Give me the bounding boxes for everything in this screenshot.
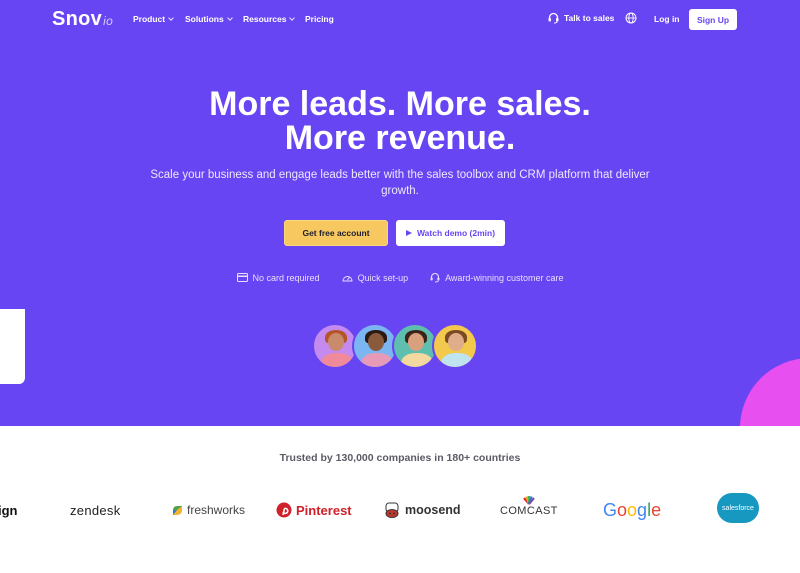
chevron-down-icon [289, 15, 296, 21]
logo-suffix: io [103, 14, 114, 28]
logo-freshworks: freshworks [172, 496, 245, 524]
hero-subtitle: Scale your business and engage leads bet… [150, 169, 650, 197]
logo-text: Pinterest [296, 502, 352, 518]
logo-moosend: moosend [383, 496, 461, 524]
moosend-cow-icon [385, 502, 399, 518]
talk-to-sales-link[interactable]: Talk to sales [548, 12, 614, 24]
hero-section: Snovio Product Solutions Resources Prici… [0, 0, 800, 426]
nav-item-label: Product [133, 14, 166, 24]
logo-zendesk: zendesk [70, 496, 121, 524]
chevron-down-icon [168, 15, 174, 21]
play-icon [405, 230, 412, 236]
logo-text: salesforce [722, 504, 754, 512]
logo-salesforce: salesforce [717, 493, 759, 523]
watch-demo-label: Watch demo (2min) [416, 228, 496, 238]
credit-card-icon [236, 273, 248, 282]
freshworks-mark-icon [173, 505, 182, 515]
logo-text: COMCAST [500, 505, 558, 517]
pinterest-mark-icon [276, 502, 292, 518]
nav-item-label: Solutions [185, 14, 224, 24]
feature-label: Quick set-up [357, 272, 409, 283]
logo-docusign: ign [0, 496, 18, 524]
client-logos: ign zendesk freshworks Pinterest moosend… [0, 493, 800, 524]
nav-item-solutions[interactable]: Solutions [185, 14, 233, 24]
logo-text: freshworks [187, 503, 246, 517]
nav-item-product[interactable]: Product [133, 14, 174, 24]
chevron-down-icon [226, 15, 233, 21]
logo-comcast: COMCAST [500, 496, 558, 524]
logo-text: moosend [405, 503, 461, 517]
feature-list: No card required Quick set-up Award-winn… [0, 272, 800, 283]
nav-item-label: Resources [243, 14, 287, 24]
feature-label: No card required [252, 272, 320, 283]
logo-text: zendesk [70, 502, 121, 518]
signup-button[interactable]: Sign Up [689, 9, 737, 30]
avatar [432, 323, 478, 369]
speedometer-icon [342, 276, 353, 282]
headset-icon [548, 12, 559, 24]
snovio-logo[interactable]: Snovio [52, 8, 113, 31]
nav-item-pricing[interactable]: Pricing [305, 14, 334, 24]
logo-text: ign [0, 502, 18, 518]
talk-to-sales-label: Talk to sales [564, 13, 615, 23]
feature-label: Award-winning customer care [445, 272, 564, 283]
watch-demo-button[interactable]: Watch demo (2min) [396, 220, 505, 246]
feature-customer-care: Award-winning customer care [430, 272, 563, 283]
nav-item-label: Pricing [305, 14, 334, 24]
feature-quick-setup: Quick set-up [342, 272, 409, 283]
decorative-circle-right [740, 358, 800, 426]
decorative-shape-left [0, 309, 25, 384]
top-navigation: Snovio Product Solutions Resources Prici… [0, 0, 800, 40]
nbc-peacock-icon [523, 496, 535, 505]
feature-no-card: No card required [236, 272, 320, 283]
logo-pinterest: Pinterest [276, 496, 352, 524]
logo-google: Google [603, 499, 662, 520]
hero-headline-line1: More leads. More sales. [209, 85, 591, 123]
login-link[interactable]: Log in [654, 14, 680, 24]
trusted-by-heading: Trusted by 130,000 companies in 180+ cou… [279, 452, 521, 464]
logo-text: Snov [52, 8, 103, 30]
nav-item-resources[interactable]: Resources [243, 14, 296, 24]
get-free-account-button[interactable]: Get free account [284, 220, 388, 246]
hero-headline-line2: More revenue. [284, 119, 516, 157]
globe-icon[interactable] [625, 12, 637, 24]
customer-avatars [312, 323, 478, 369]
headset-icon [430, 272, 440, 283]
